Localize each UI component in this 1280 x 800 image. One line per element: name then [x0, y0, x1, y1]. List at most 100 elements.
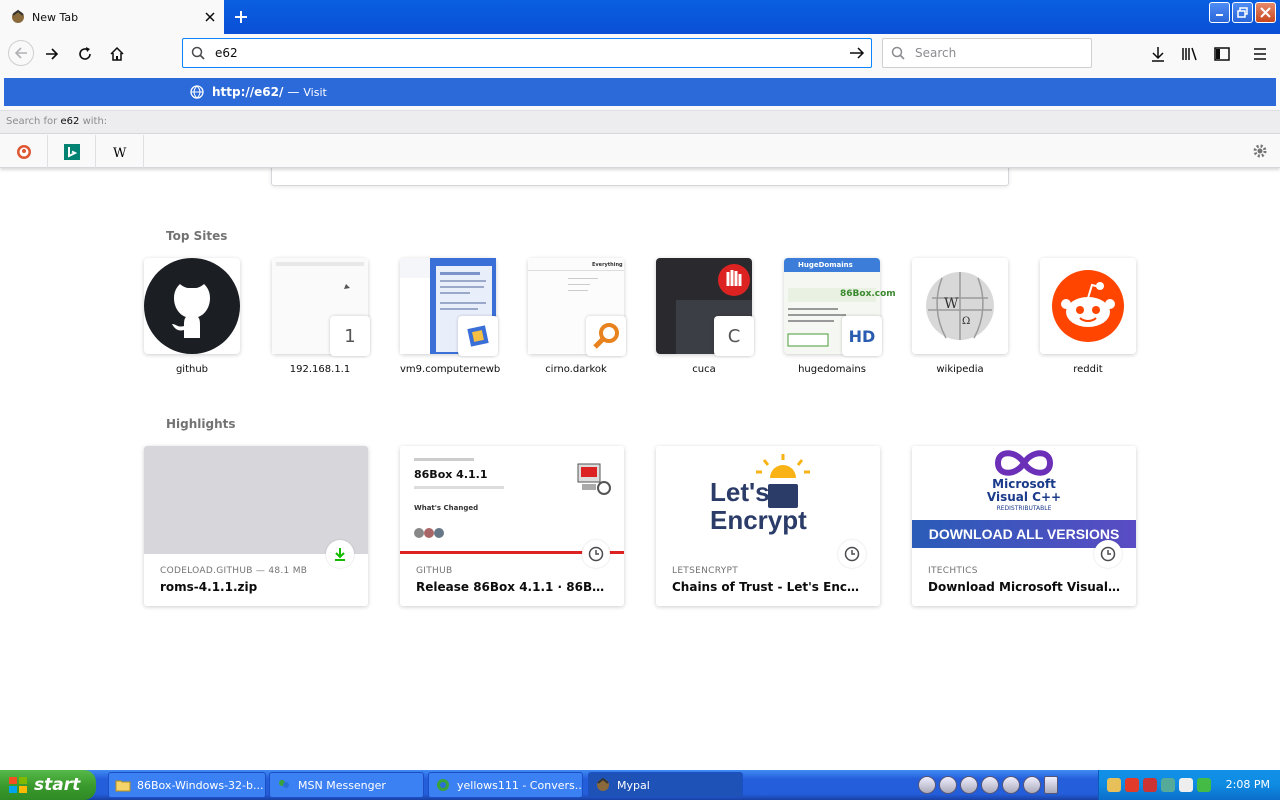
previous-icon[interactable]	[981, 776, 999, 794]
wikipedia-globe-icon: WΩ	[912, 258, 1008, 354]
highlight-card[interactable]: 86Box 4.1.1 What's Changed GITHUB Releas…	[400, 446, 624, 606]
search-engine-bing[interactable]	[48, 135, 96, 168]
taskbar-item-label: MSN Messenger	[298, 778, 386, 792]
vc-brand-line2: Visual C++	[986, 490, 1062, 504]
search-engine-duckduckgo[interactable]	[0, 135, 48, 168]
top-site-cuca[interactable]: C cuca	[656, 258, 754, 375]
stop-icon[interactable]	[960, 776, 978, 794]
search-icon	[191, 46, 205, 60]
suggestion-separator: —	[287, 85, 300, 99]
sidebar-button[interactable]	[1210, 42, 1234, 66]
menu-button[interactable]	[1248, 42, 1272, 66]
preview-subtitle: What's Changed	[414, 504, 479, 512]
next-icon[interactable]	[1002, 776, 1020, 794]
highlight-card[interactable]: CODELOAD.GITHUB — 48.1 MB roms-4.1.1.zip	[144, 446, 368, 606]
card-preview	[144, 446, 368, 554]
library-icon	[1182, 47, 1197, 61]
media-player-controls	[914, 773, 1084, 797]
library-button[interactable]	[1178, 42, 1202, 66]
messenger-tray-icon[interactable]	[1197, 778, 1211, 792]
tray-app-icon[interactable]	[1107, 778, 1121, 792]
taskbar-item-label: yellows111 - Convers...	[457, 778, 583, 792]
media-app-icon[interactable]	[918, 776, 936, 794]
svg-text:Ω: Ω	[962, 316, 970, 327]
github-icon	[144, 258, 240, 354]
duckduckgo-icon	[16, 144, 31, 159]
url-bar[interactable]	[182, 38, 872, 68]
security-shield-icon[interactable]	[1125, 778, 1139, 792]
top-site-cirno-darkok[interactable]: Everything cirno.darkok	[528, 258, 626, 375]
taskbar-item-mypal[interactable]: Mypal	[588, 772, 743, 798]
magnifier-icon	[586, 316, 626, 356]
play-icon[interactable]	[939, 776, 957, 794]
svg-text:W: W	[113, 146, 127, 160]
globe-icon	[190, 85, 204, 99]
letsencrypt-logo-line2: Encrypt	[710, 505, 807, 535]
highlights-heading: Highlights	[166, 417, 236, 431]
clock: 2:08 PM	[1225, 778, 1270, 791]
card-title: Download Microsoft Visual C++ Redistribu…	[928, 580, 1120, 594]
taskbar-item-86box[interactable]: 86Box-Windows-32-b...	[108, 772, 266, 798]
infinity-logo-icon	[994, 450, 1054, 476]
search-icon	[891, 46, 905, 60]
msn-messenger-icon	[279, 780, 289, 788]
highlight-card[interactable]: Microsoft Visual C++ REDISTRIBUTABLE DOW…	[912, 446, 1136, 606]
forward-arrow-icon	[46, 48, 59, 60]
cirno-thumbnail: Everything	[528, 258, 626, 356]
network-icon[interactable]	[1161, 778, 1175, 792]
start-button[interactable]: start	[0, 770, 96, 800]
minimize-button[interactable]	[1209, 2, 1230, 23]
go-arrow-icon[interactable]	[843, 46, 871, 60]
card-preview: 86Box 4.1.1 What's Changed	[400, 446, 624, 554]
top-site-label: wikipedia	[936, 364, 984, 375]
page-search-box[interactable]	[271, 168, 1009, 186]
downloads-button[interactable]	[1146, 42, 1170, 66]
card-title: Release 86Box 4.1.1 · 86Box/86Box	[416, 580, 608, 594]
top-site-wikipedia[interactable]: WΩ wikipedia	[912, 258, 1008, 375]
taskbar: start 86Box-Windows-32-b... MSN Messenge…	[0, 770, 1280, 800]
taskbar-item-msn[interactable]: MSN Messenger	[269, 772, 424, 798]
vc-brand-line3: REDISTRIBUTABLE	[996, 505, 1052, 512]
home-icon	[110, 46, 124, 61]
preview-title: 86Box 4.1.1	[414, 468, 488, 481]
hugedomains-thumbnail: HugeDomains 86Box.com HD	[784, 258, 896, 356]
restore-player-icon[interactable]	[1044, 776, 1058, 794]
forward-button[interactable]	[40, 42, 64, 66]
autocomplete-suggestion[interactable]: http://e62/ — Visit	[4, 78, 1276, 106]
taskbar-item-conversation[interactable]: yellows111 - Convers...	[428, 772, 583, 798]
volume-tray-icon[interactable]	[1179, 778, 1193, 792]
github-thumbnail	[144, 258, 240, 354]
top-site-vm9-computernewb[interactable]: vm9.computernewb	[400, 258, 500, 375]
search-settings-button[interactable]	[1252, 143, 1268, 159]
highlight-card[interactable]: Let's Encrypt LETSENCRYPT Chains of Trus…	[656, 446, 880, 606]
close-window-button[interactable]	[1255, 2, 1276, 23]
tray-alert-icon[interactable]	[1143, 778, 1157, 792]
site-badge: C	[714, 316, 754, 356]
hugedomains-thumb-brand: HugeDomains	[798, 261, 853, 269]
clock-icon	[582, 540, 610, 568]
reload-button[interactable]	[73, 42, 97, 66]
wikipedia-thumbnail: WΩ	[912, 258, 1008, 354]
search-input[interactable]	[913, 45, 1091, 61]
reload-icon	[79, 47, 91, 60]
home-button[interactable]	[105, 42, 129, 66]
86box-logo-icon	[577, 463, 611, 495]
top-site-github[interactable]: github	[144, 258, 240, 375]
back-button[interactable]	[8, 40, 34, 66]
search-bar[interactable]	[882, 38, 1092, 68]
top-site-label: github	[175, 364, 209, 375]
restore-button[interactable]	[1232, 2, 1253, 23]
mypal-icon	[12, 9, 24, 23]
top-site-label: 192.168.1.1	[289, 364, 351, 375]
new-tab-button[interactable]	[230, 6, 252, 28]
search-engine-wikipedia[interactable]: W	[96, 135, 144, 168]
tab-new-tab[interactable]: New Tab	[0, 0, 224, 34]
close-tab-icon[interactable]	[200, 7, 220, 27]
url-input[interactable]	[213, 45, 843, 61]
top-site-hugedomains[interactable]: HugeDomains 86Box.com HD hugedomains	[784, 258, 896, 375]
top-site-reddit[interactable]: reddit	[1040, 258, 1136, 375]
top-site-192-168-1-1[interactable]: 1 192.168.1.1	[272, 258, 370, 375]
volume-icon[interactable]	[1023, 776, 1041, 794]
card-title: roms-4.1.1.zip	[160, 580, 258, 594]
search-for-term: e62	[60, 116, 80, 127]
